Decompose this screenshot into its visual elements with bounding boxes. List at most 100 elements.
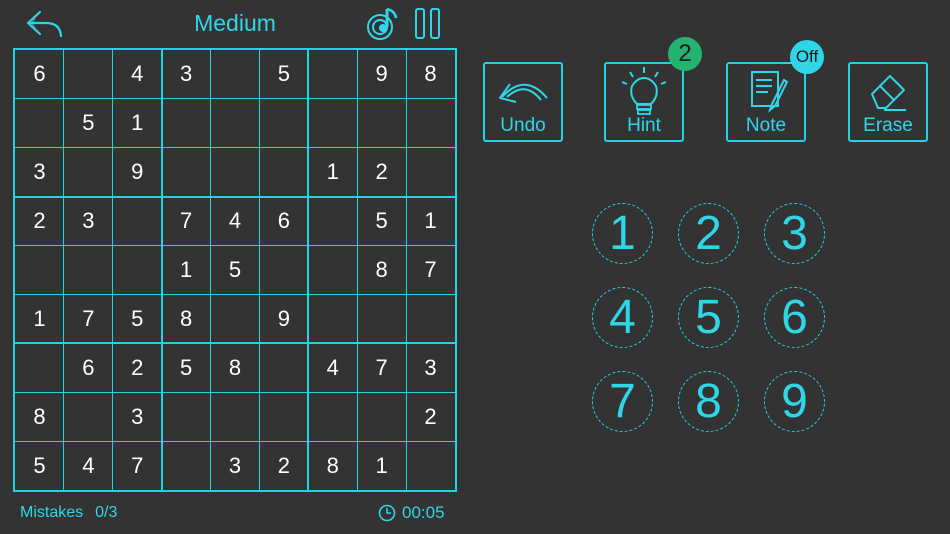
board-cell[interactable]: [406, 441, 455, 490]
number-button-1[interactable]: 1: [592, 203, 653, 264]
pause-button[interactable]: [414, 7, 442, 40]
board-cell[interactable]: 3: [406, 343, 455, 392]
erase-button[interactable]: Erase: [848, 62, 928, 142]
board-cell[interactable]: [357, 392, 406, 441]
board-cell[interactable]: 1: [308, 148, 357, 197]
board-cell[interactable]: 1: [113, 99, 162, 148]
board-cell[interactable]: [308, 246, 357, 295]
board-cell[interactable]: 8: [308, 441, 357, 490]
board-cell[interactable]: [357, 294, 406, 343]
number-button-9[interactable]: 9: [764, 371, 825, 432]
board-cell[interactable]: [357, 99, 406, 148]
board-cell[interactable]: 5: [15, 441, 64, 490]
board-cell[interactable]: [162, 392, 211, 441]
board-cell[interactable]: [211, 50, 260, 99]
board-cell[interactable]: 6: [259, 197, 308, 246]
board-cell[interactable]: 2: [259, 441, 308, 490]
back-arrow-icon: [26, 10, 63, 38]
back-button[interactable]: [24, 8, 66, 40]
board-cell[interactable]: 5: [64, 99, 113, 148]
board-cell[interactable]: 8: [211, 343, 260, 392]
music-button[interactable]: [365, 6, 399, 42]
board-cell[interactable]: 4: [64, 441, 113, 490]
board-cell[interactable]: 8: [357, 246, 406, 295]
board-cell[interactable]: 4: [113, 50, 162, 99]
board-cell[interactable]: 3: [113, 392, 162, 441]
board-cell[interactable]: [64, 246, 113, 295]
board-cell[interactable]: [308, 392, 357, 441]
board-cell[interactable]: [259, 246, 308, 295]
board-cell[interactable]: 8: [406, 50, 455, 99]
board-cell[interactable]: [64, 50, 113, 99]
board-cell[interactable]: 2: [357, 148, 406, 197]
board-cell[interactable]: [211, 392, 260, 441]
board-cell[interactable]: 9: [113, 148, 162, 197]
board-cell[interactable]: 7: [406, 246, 455, 295]
timer: 00:05: [378, 503, 445, 523]
board-cell[interactable]: [113, 197, 162, 246]
board-cell[interactable]: [259, 99, 308, 148]
board-cell[interactable]: 3: [15, 148, 64, 197]
board-cell[interactable]: 9: [357, 50, 406, 99]
board-cell[interactable]: 1: [357, 441, 406, 490]
board-cell[interactable]: 4: [308, 343, 357, 392]
number-button-7[interactable]: 7: [592, 371, 653, 432]
board-cell[interactable]: 5: [113, 294, 162, 343]
board-cell[interactable]: 7: [64, 294, 113, 343]
board-cell[interactable]: 3: [64, 197, 113, 246]
board-cell[interactable]: 2: [406, 392, 455, 441]
board-cell[interactable]: [406, 294, 455, 343]
board-cell[interactable]: [211, 148, 260, 197]
board-cell[interactable]: 5: [259, 50, 308, 99]
board-cell[interactable]: [259, 148, 308, 197]
board-cell[interactable]: 6: [15, 50, 64, 99]
number-button-4[interactable]: 4: [592, 287, 653, 348]
board-cell[interactable]: [308, 50, 357, 99]
board-cell[interactable]: [64, 148, 113, 197]
board-cell[interactable]: 5: [162, 343, 211, 392]
board-cell[interactable]: [308, 99, 357, 148]
board-cell[interactable]: 9: [259, 294, 308, 343]
board-cell[interactable]: 7: [162, 197, 211, 246]
board-cell[interactable]: [406, 148, 455, 197]
board-cell[interactable]: [211, 294, 260, 343]
number-button-5[interactable]: 5: [678, 287, 739, 348]
hint-label: Hint: [627, 115, 661, 136]
board-cell[interactable]: [259, 343, 308, 392]
number-button-8[interactable]: 8: [678, 371, 739, 432]
board-cell[interactable]: [162, 148, 211, 197]
board-cell[interactable]: [15, 246, 64, 295]
board-cell[interactable]: 1: [15, 294, 64, 343]
undo-button[interactable]: Undo: [483, 62, 563, 142]
board-cell[interactable]: [162, 99, 211, 148]
board-cell[interactable]: 3: [211, 441, 260, 490]
number-button-3[interactable]: 3: [764, 203, 825, 264]
board-cell[interactable]: 6: [64, 343, 113, 392]
board-cell[interactable]: 8: [15, 392, 64, 441]
board-cell[interactable]: [308, 197, 357, 246]
board-cell[interactable]: [15, 99, 64, 148]
board-cell[interactable]: [406, 99, 455, 148]
board-cell[interactable]: 4: [211, 197, 260, 246]
board-cell[interactable]: 7: [357, 343, 406, 392]
board-cell[interactable]: 1: [162, 246, 211, 295]
board-cell[interactable]: 5: [211, 246, 260, 295]
number-button-2[interactable]: 2: [678, 203, 739, 264]
board-cell[interactable]: 2: [113, 343, 162, 392]
note-button[interactable]: Note: [726, 62, 806, 142]
board-cell[interactable]: [162, 441, 211, 490]
board-cell[interactable]: 7: [113, 441, 162, 490]
number-button-6[interactable]: 6: [764, 287, 825, 348]
board-cell[interactable]: 5: [357, 197, 406, 246]
board-cell[interactable]: [211, 99, 260, 148]
board-cell[interactable]: [15, 343, 64, 392]
board-cell[interactable]: 8: [162, 294, 211, 343]
board-cell[interactable]: 2: [15, 197, 64, 246]
board-cell[interactable]: [113, 246, 162, 295]
board-cell[interactable]: 1: [406, 197, 455, 246]
hint-button[interactable]: Hint: [604, 62, 684, 142]
board-cell[interactable]: [64, 392, 113, 441]
board-cell[interactable]: [308, 294, 357, 343]
board-cell[interactable]: [259, 392, 308, 441]
board-cell[interactable]: 3: [162, 50, 211, 99]
